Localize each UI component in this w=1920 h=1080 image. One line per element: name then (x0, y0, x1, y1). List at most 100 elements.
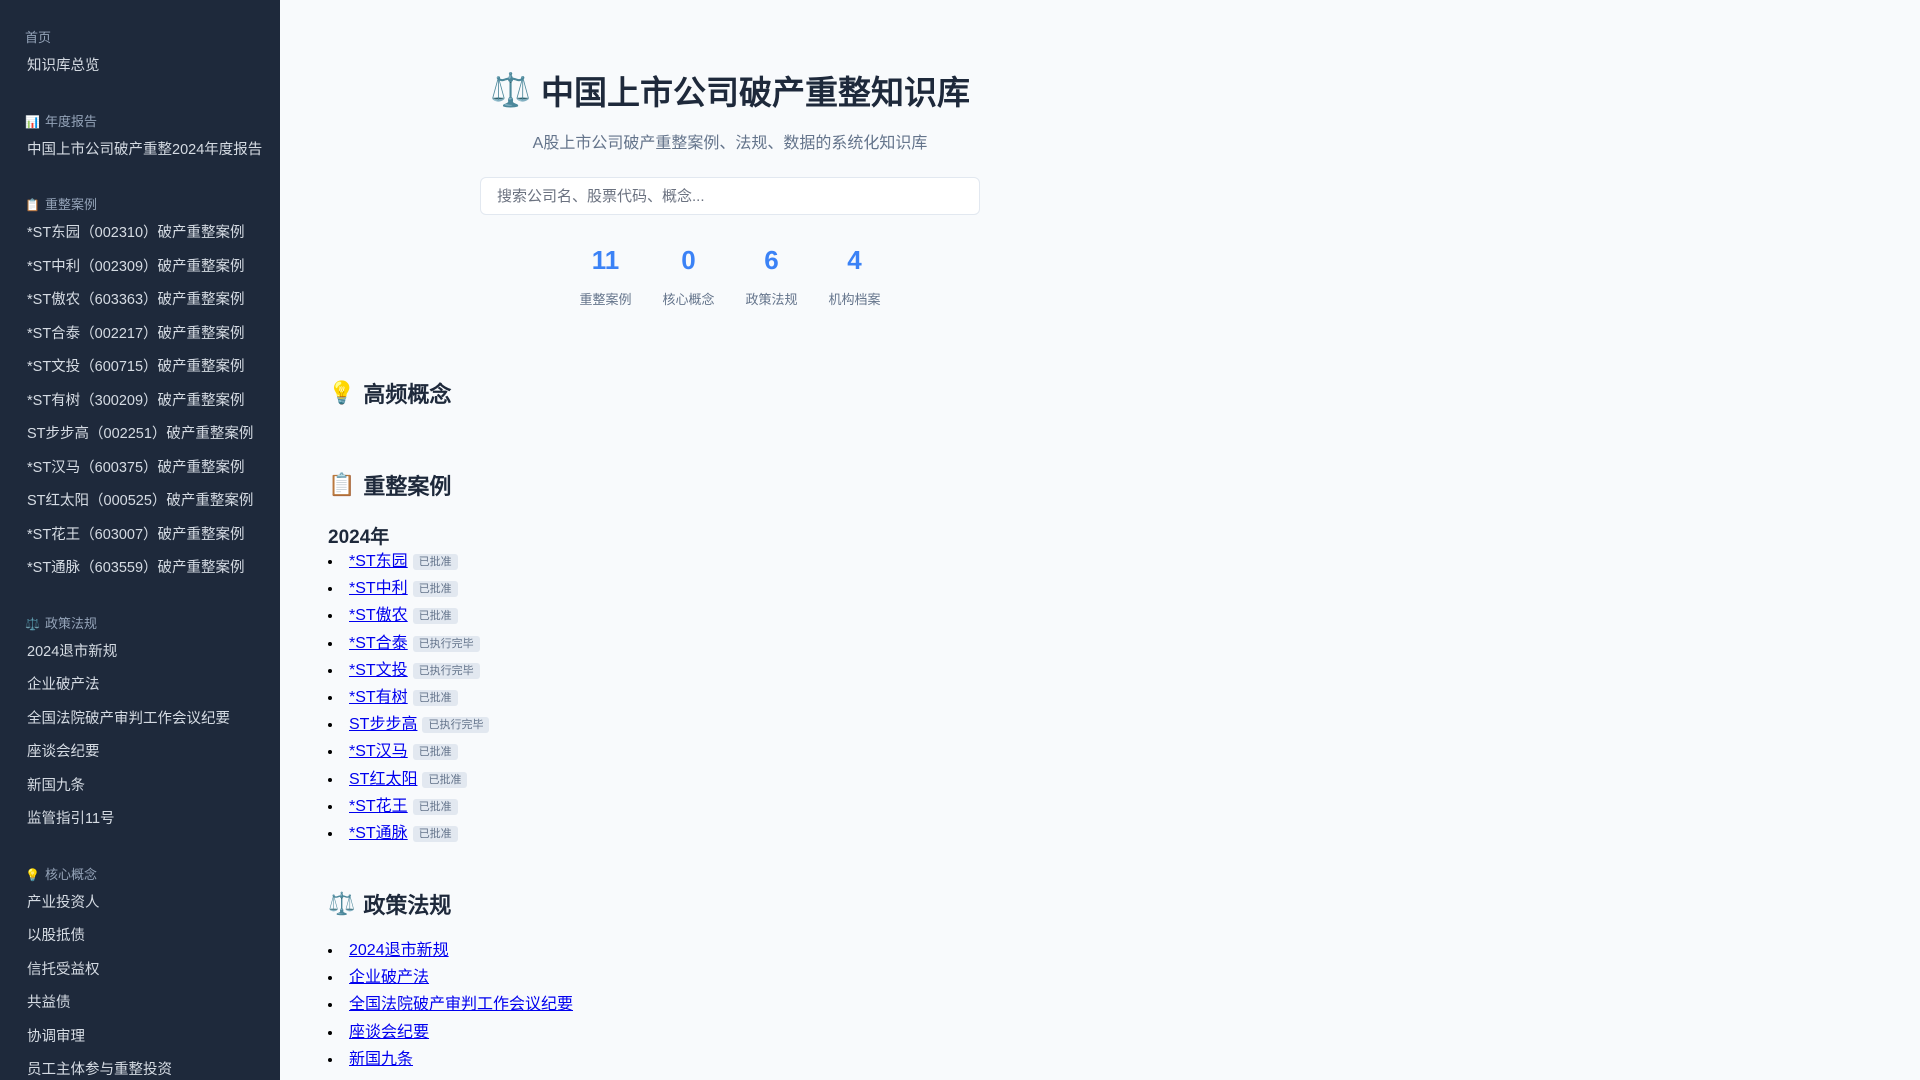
sidebar-section-title: ⚖️ 政策法规 (0, 612, 280, 636)
sidebar-section: ⚖️ 政策法规 2024退市新规 企业破产法 全国法院破产审判工作会议纪要 座谈会纪要 新国… (0, 612, 280, 837)
sidebar-item[interactable]: 中国上市公司破产重整2024年度报告 (0, 134, 280, 168)
cases-heading: 📋 重整案例 (328, 470, 1132, 500)
sidebar-item[interactable]: 2024退市新规 (0, 636, 280, 670)
sidebar-section-title: 首页 (0, 26, 280, 50)
case-link[interactable]: *ST东园 (349, 553, 408, 570)
sidebar-item[interactable]: *ST东园（002310）破产重整案例 (0, 217, 280, 251)
stats: 11 重整案例 0 核心概念 6 政策法规 4 机构档案 (328, 245, 1132, 308)
stat-label: 政策法规 (745, 292, 798, 307)
sidebar-item[interactable]: *ST傲农（603363）破产重整案例 (0, 284, 280, 318)
policies-heading: ⚖️ 政策法规 (328, 889, 1132, 919)
case-link[interactable]: *ST有树 (349, 689, 408, 706)
policy-list-item: 企业破产法 (328, 964, 1132, 991)
status-badge: 已批准 (412, 608, 458, 625)
sidebar-section: 📋 重整案例 *ST东园（002310）破产重整案例 *ST中利（002309）破产重… (0, 193, 280, 586)
stat-label: 核心概念 (662, 292, 715, 307)
clipboard-icon: 📋 (25, 198, 40, 212)
status-badge: 已批准 (412, 581, 458, 598)
status-badge: 已批准 (412, 554, 458, 570)
sidebar-section-label: 核心概念 (44, 866, 97, 882)
case-link[interactable]: *ST汉马 (349, 743, 408, 760)
bar-chart-icon: 📊 (25, 114, 40, 129)
sidebar-item[interactable]: *ST合泰（002217）破产重整案例 (0, 318, 280, 352)
case-link[interactable]: *ST傲农 (349, 607, 408, 624)
concepts-heading: 💡 高频概念 (328, 378, 1132, 408)
sidebar-item[interactable]: 新国九条 (0, 770, 280, 804)
sidebar-item[interactable]: *ST花王（603007）破产重整案例 (0, 519, 280, 553)
sidebar-item[interactable]: *ST有树（300209）破产重整案例 (0, 385, 280, 419)
cases-heading-text: 重整案例 (363, 474, 452, 499)
lightbulb-icon: 💡 (25, 867, 40, 882)
case-list-item: *ST有树已批准 (328, 684, 1132, 711)
case-list: *ST东园已批准*ST中利已批准*ST傲农已批准*ST合泰已执行完毕*ST文投已… (328, 548, 1132, 847)
stat-value: 0 (681, 245, 696, 275)
scales-icon: ⚖️ (489, 70, 532, 108)
case-list-item: *ST傲农已批准 (328, 602, 1132, 629)
stat-policies: 6 政策法规 (730, 245, 813, 308)
case-link[interactable]: *ST花王 (349, 798, 408, 815)
sidebar-item[interactable]: *ST通脉（603559）破产重整案例 (0, 552, 280, 586)
sidebar-item[interactable]: ST红太阳（000525）破产重整案例 (0, 485, 280, 519)
case-link[interactable]: ST红太阳 (349, 771, 417, 788)
policy-link[interactable]: 座谈会纪要 (349, 1024, 429, 1041)
clipboard-icon: 📋 (328, 472, 356, 497)
sidebar-item[interactable]: *ST汉马（600375）破产重整案例 (0, 452, 280, 486)
sidebar-item[interactable]: *ST中利（002309）破产重整案例 (0, 251, 280, 285)
page-title: ⚖️ 中国上市公司破产重整知识库 (328, 68, 1132, 112)
stat-concepts: 0 核心概念 (647, 245, 730, 308)
policy-list-item: 座谈会纪要 (328, 1019, 1132, 1046)
policy-link[interactable]: 企业破产法 (349, 969, 429, 986)
case-link[interactable]: *ST文投 (349, 662, 408, 679)
stat-value: 6 (764, 245, 779, 275)
policy-link[interactable]: 2024退市新规 (349, 942, 449, 959)
stat-value: 4 (847, 245, 862, 275)
sidebar-section-label: 年度报告 (44, 113, 97, 129)
case-list-item: ST步步高已执行完毕 (328, 711, 1132, 738)
sidebar-item[interactable]: ST步步高（002251）破产重整案例 (0, 418, 280, 452)
status-badge: 已批准 (412, 689, 458, 706)
main-content: ⚖️ 中国上市公司破产重整知识库 A股上市公司破产重整案例、法规、数据的系统化知… (280, 0, 1920, 1080)
scales-icon: ⚖️ (328, 891, 356, 917)
case-list-item: *ST合泰已执行完毕 (328, 630, 1132, 657)
sidebar-item[interactable]: 知识库总览 (0, 50, 280, 84)
policy-link[interactable]: 新国九条 (349, 1051, 413, 1068)
sidebar-item[interactable]: 全国法院破产审判工作会议纪要 (0, 703, 280, 737)
sidebar-item[interactable]: 员工主体参与重整投资 (0, 1054, 280, 1080)
page-title-text: 中国上市公司破产重整知识库 (541, 74, 971, 111)
sidebar-item[interactable]: *ST文投（600715）破产重整案例 (0, 351, 280, 385)
case-list-item: *ST通脉已批准 (328, 820, 1132, 847)
search-input[interactable] (480, 177, 980, 215)
sidebar: 首页 知识库总览 📊 年度报告中国上市公司破产重整2024年度报告 📋 重整案例 *ST东园… (0, 0, 280, 1080)
policies-heading-text: 政策法规 (363, 893, 452, 919)
concepts-heading-text: 高频概念 (363, 382, 452, 407)
stat-cases: 11 重整案例 (564, 245, 647, 308)
case-link[interactable]: *ST通脉 (349, 825, 408, 842)
case-link[interactable]: *ST合泰 (349, 635, 408, 652)
sidebar-item[interactable]: 以股抵债 (0, 920, 280, 954)
case-link[interactable]: *ST中利 (349, 580, 408, 597)
lightbulb-icon: 💡 (328, 380, 356, 405)
sidebar-section: 💡 核心概念产业投资人 以股抵债 信托受益权 共益债 协调审理 员工主体参与重整投资 (0, 863, 280, 1080)
sidebar-section-label: 重整案例 (44, 197, 97, 212)
sidebar-item[interactable]: 监管指引11号 (0, 803, 280, 837)
sidebar-item[interactable]: 信托受益权 (0, 954, 280, 988)
sidebar-item[interactable]: 座谈会纪要 (0, 736, 280, 770)
sidebar-section: 📊 年度报告中国上市公司破产重整2024年度报告 (0, 110, 280, 168)
sidebar-section-title: 💡 核心概念 (0, 863, 280, 887)
status-badge: 已执行完毕 (412, 662, 480, 679)
case-list-item: *ST文投已执行完毕 (328, 657, 1132, 684)
policy-link[interactable]: 全国法院破产审判工作会议纪要 (349, 996, 573, 1013)
scales-icon: ⚖️ (25, 616, 40, 631)
sidebar-item[interactable]: 产业投资人 (0, 887, 280, 921)
status-badge: 已批准 (412, 825, 458, 842)
hero: ⚖️ 中国上市公司破产重整知识库 A股上市公司破产重整案例、法规、数据的系统化知… (328, 0, 1132, 308)
sidebar-item[interactable]: 共益债 (0, 987, 280, 1021)
stat-label: 机构档案 (828, 292, 881, 307)
sidebar-item[interactable]: 企业破产法 (0, 669, 280, 703)
policy-list-item: 全国法院破产审判工作会议纪要 (328, 991, 1132, 1018)
sidebar-section-title: 📊 年度报告 (0, 110, 280, 134)
sidebar-item[interactable]: 协调审理 (0, 1021, 280, 1055)
case-link[interactable]: ST步步高 (349, 716, 417, 733)
status-badge: 已批准 (412, 798, 458, 815)
sidebar-section: 首页 知识库总览 (0, 26, 280, 84)
